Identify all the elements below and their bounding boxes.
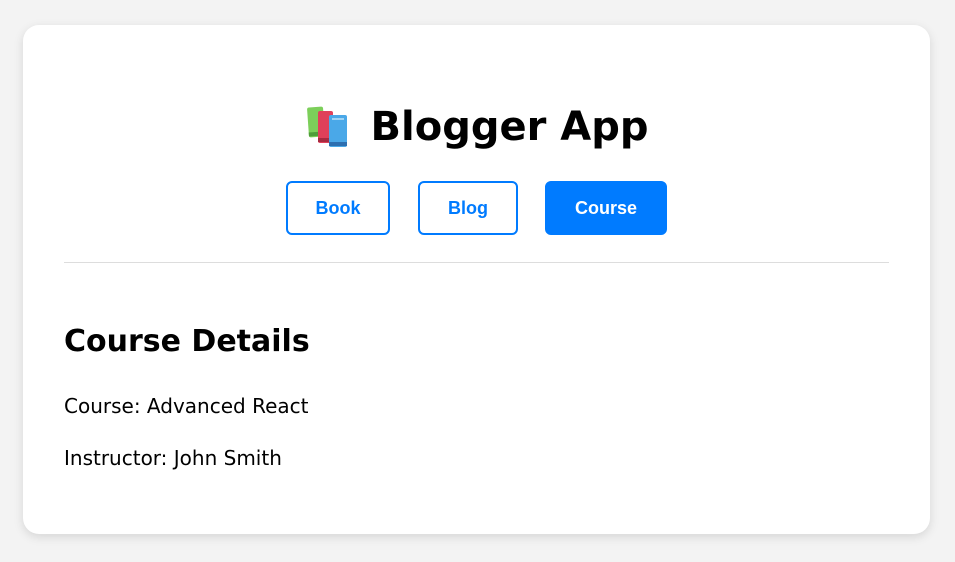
nav-button-course[interactable]: Course	[545, 181, 667, 235]
nav-button-book[interactable]: Book	[286, 181, 390, 235]
nav-bar: Book Blog Course	[286, 181, 667, 235]
course-name-text: Course: Advanced React	[64, 394, 309, 418]
header-divider	[64, 262, 889, 263]
section-title: Course Details	[64, 324, 310, 359]
app-header: Blogger App	[23, 101, 930, 153]
nav-button-blog[interactable]: Blog	[418, 181, 518, 235]
app-card: Blogger App Book Blog Course Course Deta…	[23, 25, 930, 534]
app-title: Blogger App	[370, 104, 649, 150]
course-details-section: Course Details Course: Advanced React In…	[64, 322, 310, 472]
books-icon	[306, 106, 347, 147]
instructor-text: Instructor: John Smith	[64, 446, 282, 470]
